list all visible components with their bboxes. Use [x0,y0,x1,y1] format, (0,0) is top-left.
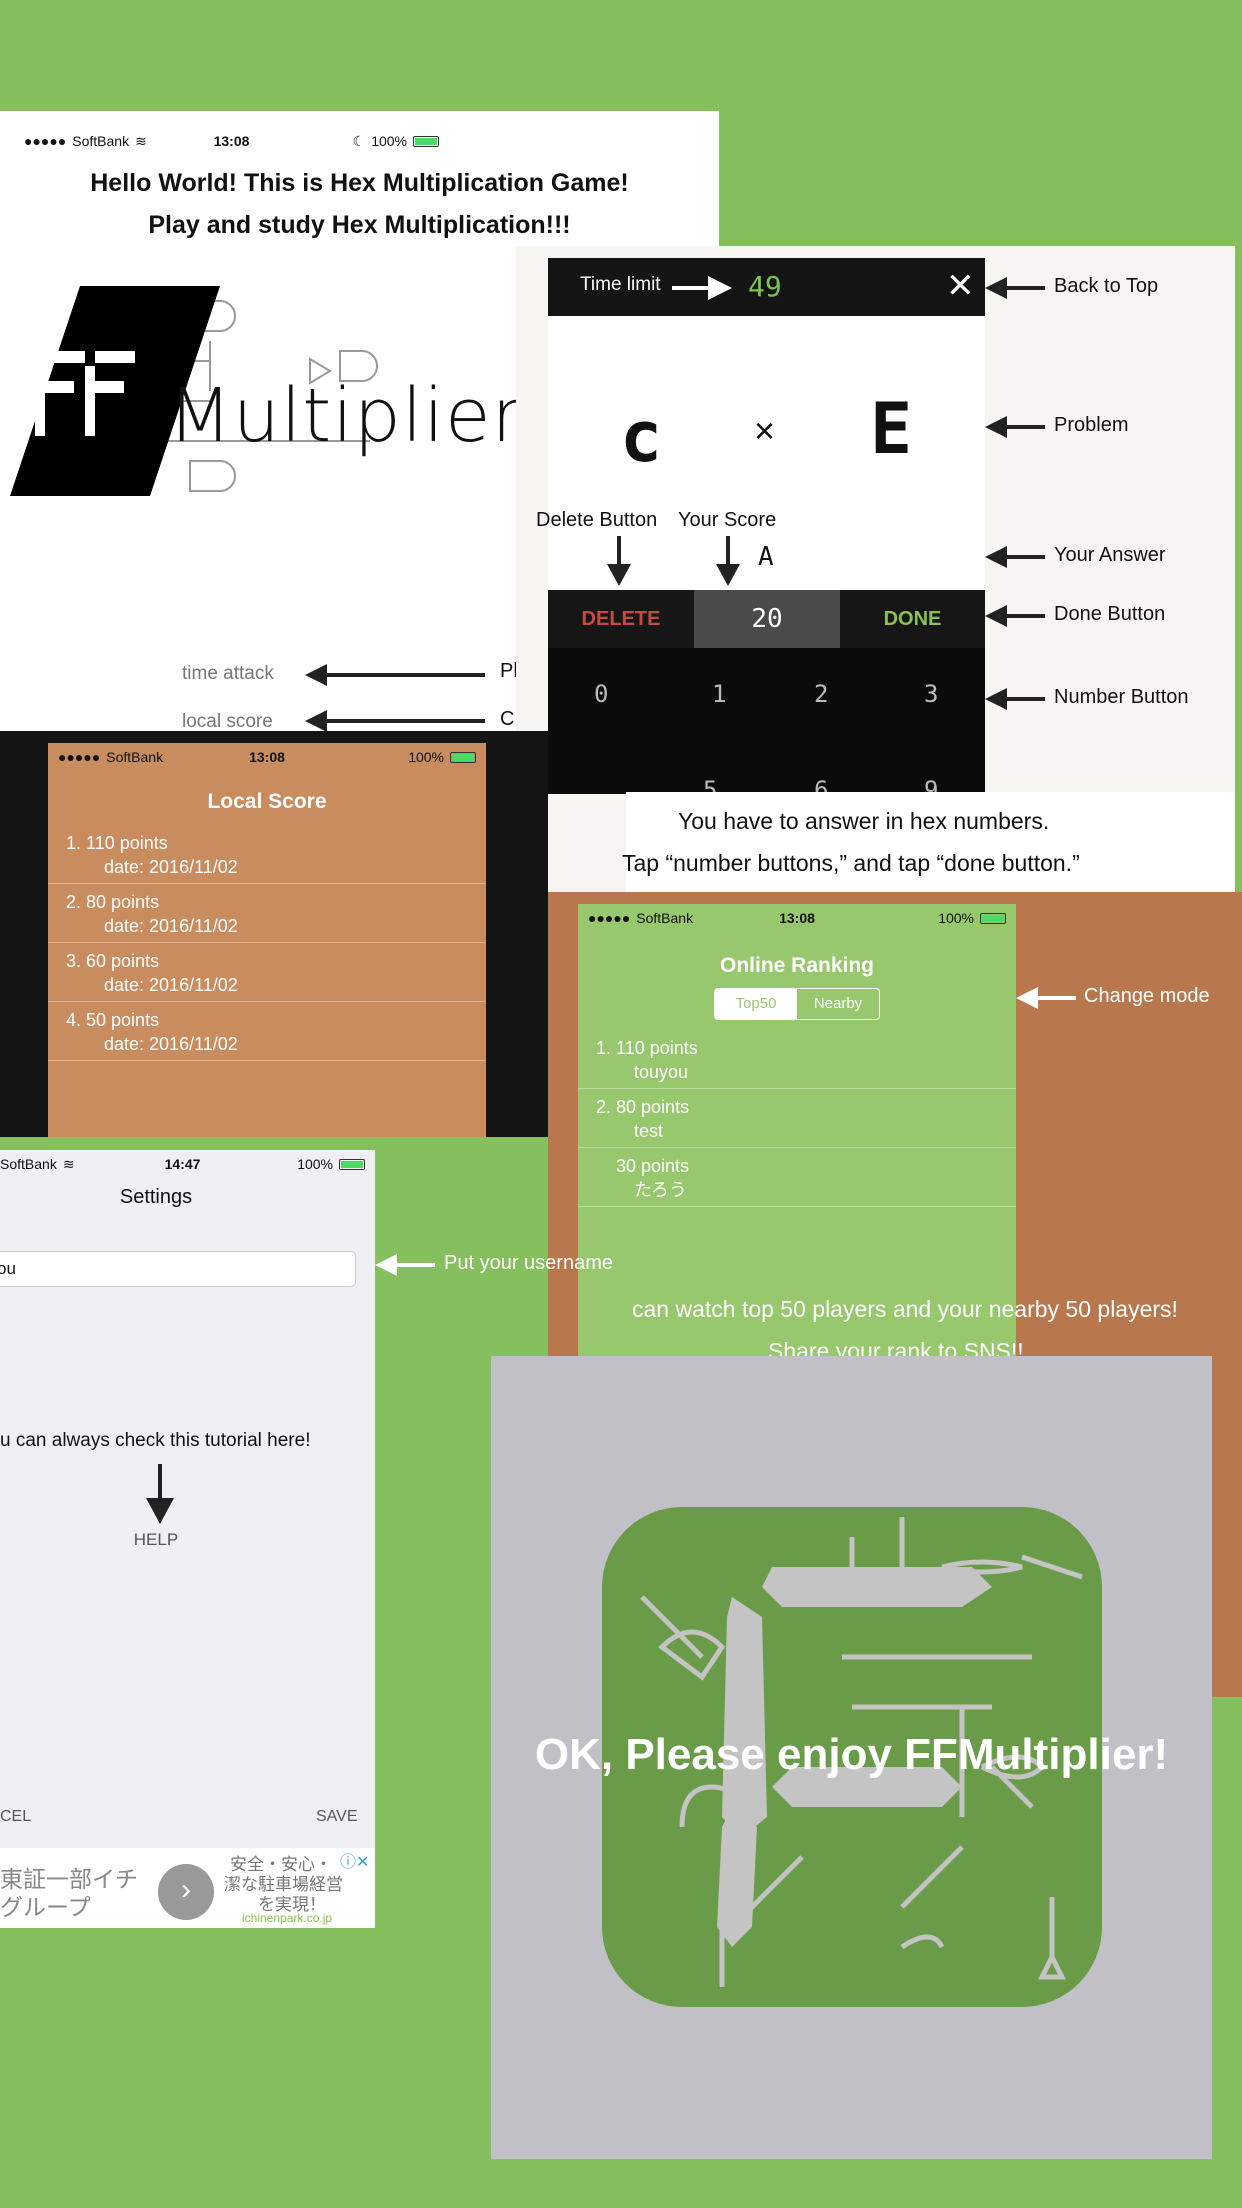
game-caption-2: Tap “number buttons,” and tap “done butt… [622,850,1080,876]
menu-local-score[interactable]: local score [182,711,273,733]
game-header: Time limit 49 ✕ [548,258,985,316]
right-operand: E [870,388,913,470]
number-button-3[interactable]: 3 [924,680,938,708]
tab-nearby[interactable]: Nearby [797,989,879,1019]
mode-segmented-control: Top50 Nearby [714,988,880,1020]
intro-line-2: Play and study Hex Multiplication!!! [148,211,571,239]
ad-chevron-icon[interactable]: › [158,1864,214,1920]
arrow-username [375,1254,435,1276]
tab-top50[interactable]: Top50 [715,989,797,1019]
delete-button[interactable]: DELETE [548,590,694,648]
arrow-back-to-top [985,277,1045,299]
list-item: 4. 50 points date: 2016/11/02 [48,1002,486,1061]
arrow-number-button [985,688,1045,710]
signal-icon: ●●●●● [58,749,101,765]
local-score-list: 1. 110 points date: 2016/11/02 2. 80 poin… [48,825,486,1061]
game-caption-box [626,792,1235,892]
online-caption-1: can watch top 50 players and your nearby… [632,1296,1178,1322]
label-your-answer: Your Answer [1054,544,1166,566]
status-bar-online: ●●●●● SoftBank 13:08 100% [578,904,1016,932]
list-item: 1. 110 points date: 2016/11/02 [48,825,486,884]
arrow-local-label: C [500,708,515,730]
label-your-score: Your Score [678,509,777,531]
list-item: 30 points たろう [578,1148,1016,1207]
logo-text: Multiplier [168,373,523,459]
arrow-done-button [985,605,1045,627]
time-value: 49 [748,270,782,303]
tutorial-text: u can always check this tutorial here! [0,1430,311,1451]
game-controls: DELETE 20 DONE [548,590,985,648]
help-button[interactable]: HELP [110,1530,202,1550]
list-item: 2. 80 points test [578,1089,1016,1148]
score-display: 20 [694,590,840,648]
number-button-1[interactable]: 1 [712,680,726,708]
battery-icon [980,912,1006,924]
signal-icon: ●●●●● [24,133,67,149]
status-bar-settings: SoftBank ≋ 14:47 100% [0,1150,375,1178]
list-item: 2. 80 points date: 2016/11/02 [48,884,486,943]
arrow-delete-down [607,536,631,586]
left-operand: c [620,396,663,478]
arrow-change-mode [1016,987,1076,1009]
label-put-username: Put your username [444,1252,613,1274]
battery-icon [450,751,476,763]
label-change-mode: Change mode [1084,985,1210,1007]
time-limit-label: Time limit [580,274,661,295]
ad-domain: ichinenpark.co.jp [242,1911,333,1925]
arrow-local [305,710,485,732]
arrow-problem [985,416,1045,438]
ad-close-icon[interactable]: ⓘ✕ [340,1848,369,1872]
status-bar-local: ●●●●● SoftBank 13:08 100% [48,743,486,771]
online-title: Online Ranking [719,954,874,977]
close-icon[interactable]: ✕ [946,266,975,306]
settings-title: Settings [119,1186,193,1208]
intro-line-1: Hello World! This is Hex Multiplication … [90,169,629,197]
status-bar: ●●●●● SoftBank ≋ 13:08 ☾ 100% [14,127,449,155]
ad-banner[interactable]: 東証一部イチ グループ › 安全・安心・ 潔な駐車場経営 を実現！ ichine… [0,1848,375,1928]
list-item: 1. 110 points touyou [578,1030,1016,1089]
settings-screen: SoftBank ≋ 14:47 100% Settings ou u can a… [0,1150,375,1928]
list-item: 3. 60 points date: 2016/11/02 [48,943,486,1002]
local-score-screen: ●●●●● SoftBank 13:08 100% Local Score 1. … [48,743,486,1137]
battery-icon [413,135,439,147]
final-message: OK, Please enjoy FFMultiplier! [534,1730,1169,1779]
number-button-2[interactable]: 2 [814,680,828,708]
label-done-button: Done Button [1054,603,1166,625]
moon-icon: ☾ [352,132,366,149]
arrow-your-answer [985,546,1045,568]
wifi-icon: ≋ [135,132,147,149]
answer-display: A [758,542,774,572]
label-back-to-top: Back to Top [1054,275,1159,297]
arrow-help-down [146,1464,174,1524]
wifi-icon: ≋ [62,1155,75,1172]
number-pad: 0 1 2 3 5 6 9 [548,648,985,794]
save-button[interactable]: SAVE [316,1808,358,1826]
label-problem: Problem [1054,414,1129,436]
label-delete-button: Delete Button [536,509,658,531]
operator: × [754,410,776,451]
cancel-button[interactable]: CEL [0,1808,31,1826]
username-field[interactable]: ou [0,1251,356,1287]
game-caption-1: You have to answer in hex numbers. [678,808,1050,834]
menu-time-attack[interactable]: time attack [182,663,274,685]
battery-icon [339,1158,365,1170]
arrow-score-down [716,536,740,586]
number-button-0[interactable]: 0 [594,680,608,708]
time-arrow-icon [672,276,732,300]
done-button[interactable]: DONE [840,590,985,648]
local-score-title: Local Score [207,790,327,813]
online-screen: ●●●●● SoftBank 13:08 100% Online Ranking … [578,904,1016,1356]
ad-left-text-2: グループ [0,1894,91,1920]
online-list: 1. 110 points touyou 2. 80 points test 30 … [578,1030,1016,1207]
arrow-play [305,664,485,686]
label-number-button: Number Button [1054,686,1189,708]
signal-icon: ●●●●● [588,910,631,926]
